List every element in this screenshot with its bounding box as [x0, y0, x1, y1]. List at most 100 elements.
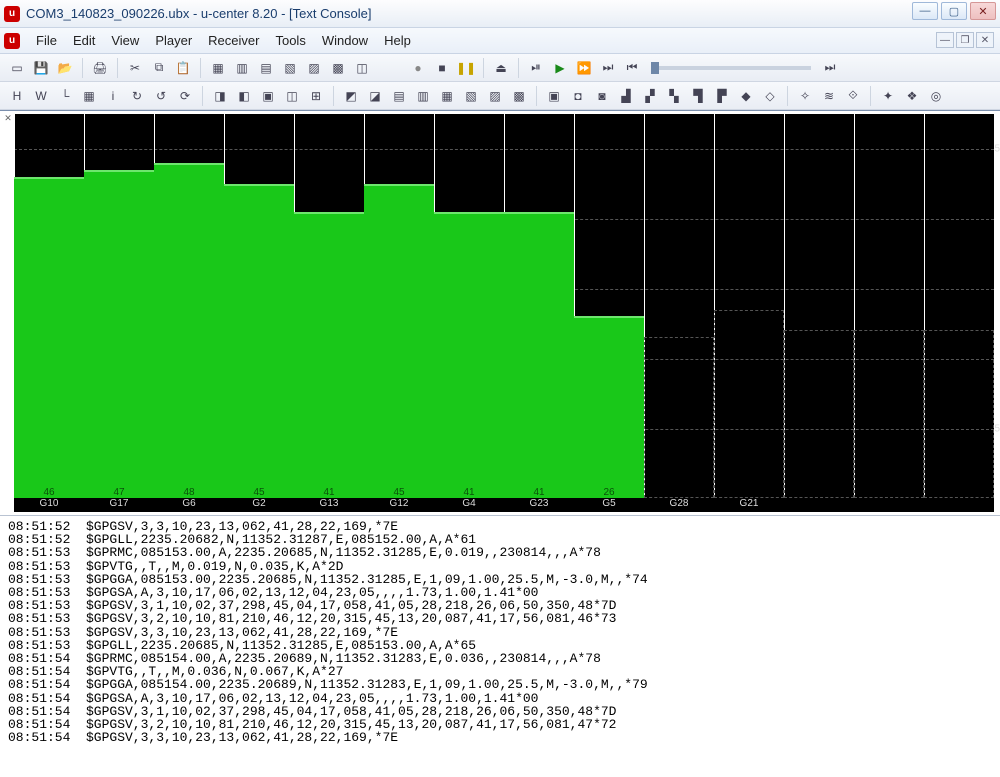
player-end-icon[interactable]: ⏭ — [597, 57, 619, 79]
view-panelG-icon[interactable]: ▨ — [484, 85, 506, 107]
view-panelA-icon[interactable]: ◩ — [340, 85, 362, 107]
console-line: 08:51:53$GPGSV,3,3,10,23,13,062,41,28,22… — [8, 626, 992, 639]
text-console[interactable]: 08:51:52$GPGSV,3,3,10,23,13,062,41,28,22… — [0, 515, 1000, 758]
file-print-icon[interactable]: 🖨 — [89, 57, 111, 79]
view-wave-icon[interactable]: ≋ — [818, 85, 840, 107]
view-v6-icon[interactable]: ▚ — [663, 85, 685, 107]
file-open-icon[interactable]: 📂 — [54, 57, 76, 79]
file-tbl6-icon[interactable]: ▩ — [327, 57, 349, 79]
cno-bar — [224, 184, 294, 498]
view-lt-icon[interactable]: └ — [54, 85, 76, 107]
view-panelC-icon[interactable]: ▤ — [388, 85, 410, 107]
view-cyc1-icon[interactable]: ↻ — [126, 85, 148, 107]
console-timestamp: 08:51:53 — [8, 546, 86, 559]
title-bar: u COM3_140823_090226.ubx - u-center 8.20… — [0, 0, 1000, 28]
view-v1-icon[interactable]: ▣ — [543, 85, 565, 107]
cno-bar — [574, 316, 644, 498]
view-antenna-icon[interactable]: ⟐ — [842, 85, 864, 107]
menu-tools[interactable]: Tools — [267, 33, 313, 48]
mdi-minimize-button[interactable]: — — [936, 32, 954, 48]
view-win1-icon[interactable]: ◨ — [209, 85, 231, 107]
view-tool2-icon[interactable]: ❖ — [901, 85, 923, 107]
file-tbl3-icon[interactable]: ▤ — [255, 57, 277, 79]
view-compass-icon[interactable]: ✧ — [794, 85, 816, 107]
view-split2-icon[interactable]: ⊞ — [305, 85, 327, 107]
separator — [787, 86, 788, 106]
view-tool1-icon[interactable]: ✦ — [877, 85, 899, 107]
file-save-icon[interactable]: 💾 — [30, 57, 52, 79]
view-tool3-icon[interactable]: ◎ — [925, 85, 947, 107]
view-v2-icon[interactable]: ◘ — [567, 85, 589, 107]
player-rec-icon[interactable]: ● — [407, 57, 429, 79]
cno-bar — [84, 170, 154, 498]
view-panelB-icon[interactable]: ◪ — [364, 85, 386, 107]
file-copy-icon[interactable]: ⧉ — [148, 57, 170, 79]
mdi-restore-button[interactable]: ❐ — [956, 32, 974, 48]
player-eject-icon[interactable]: ⏏ — [490, 57, 512, 79]
menu-view[interactable]: View — [103, 33, 147, 48]
satellite-bar: 41 — [294, 114, 364, 498]
file-tbl2-icon[interactable]: ▥ — [231, 57, 253, 79]
file-new-icon[interactable]: ▭ — [6, 57, 28, 79]
minimize-button[interactable]: — — [912, 2, 938, 20]
file-tbl7-icon[interactable]: ◫ — [351, 57, 373, 79]
player-begin-icon[interactable]: ⏮ — [621, 57, 643, 79]
empty-bar — [714, 310, 784, 499]
y-tick-label: 5 — [994, 144, 1000, 155]
view-v10-icon[interactable]: ◇ — [759, 85, 781, 107]
console-line: 08:51:53$GPVTG,,T,,M,0.019,N,0.035,K,A*2… — [8, 560, 992, 573]
prn-label: G10 — [14, 498, 84, 512]
view-w-icon[interactable]: W — [30, 85, 52, 107]
view-grid-icon[interactable]: ▦ — [78, 85, 100, 107]
view-hx-icon[interactable]: H — [6, 85, 28, 107]
mdi-close-button[interactable]: ✕ — [976, 32, 994, 48]
separator — [483, 58, 484, 78]
separator — [200, 58, 201, 78]
console-timestamp: 08:51:54 — [8, 678, 86, 691]
view-i-icon[interactable]: i — [102, 85, 124, 107]
menu-file[interactable]: File — [28, 33, 65, 48]
player-stop-icon[interactable]: ■ — [431, 57, 453, 79]
file-paste-icon[interactable]: 📋 — [172, 57, 194, 79]
window-title: COM3_140823_090226.ubx - u-center 8.20 -… — [26, 6, 371, 21]
view-v4-icon[interactable]: ▟ — [615, 85, 637, 107]
menu-player[interactable]: Player — [147, 33, 200, 48]
signal-chart: 5546G1047G1748G645G241G1345G1241G441G232… — [14, 114, 994, 512]
player-pause-icon[interactable]: ❚❚ — [455, 57, 477, 79]
view-panelD-icon[interactable]: ▥ — [412, 85, 434, 107]
view-win2-icon[interactable]: ◧ — [233, 85, 255, 107]
view-v7-icon[interactable]: ▜ — [687, 85, 709, 107]
view-v5-icon[interactable]: ▞ — [639, 85, 661, 107]
player-play-icon[interactable]: ▶ — [549, 57, 571, 79]
player-fwd-icon[interactable]: ⏩ — [573, 57, 595, 79]
close-button[interactable]: ✕ — [970, 2, 996, 20]
menu-help[interactable]: Help — [376, 33, 419, 48]
menu-receiver[interactable]: Receiver — [200, 33, 267, 48]
file-tbl1-icon[interactable]: ▦ — [207, 57, 229, 79]
view-v9-icon[interactable]: ◆ — [735, 85, 757, 107]
view-cyc3-icon[interactable]: ⟳ — [174, 85, 196, 107]
player-step-fwd-icon[interactable]: ⏯ — [525, 57, 547, 79]
file-tbl5-icon[interactable]: ▨ — [303, 57, 325, 79]
view-split1-icon[interactable]: ◫ — [281, 85, 303, 107]
file-tbl4-icon[interactable]: ▧ — [279, 57, 301, 79]
mdi-app-icon: u — [4, 33, 20, 49]
maximize-button[interactable]: ▢ — [941, 2, 967, 20]
player-end-icon[interactable]: ⏭ — [819, 57, 841, 79]
view-panelE-icon[interactable]: ▦ — [436, 85, 458, 107]
menu-edit[interactable]: Edit — [65, 33, 103, 48]
console-message: $GPRMC,085153.00,A,2235.20685,N,11352.31… — [86, 546, 601, 559]
prn-label: G13 — [294, 498, 364, 512]
empty-bar — [854, 330, 924, 498]
satellite-bar — [784, 114, 854, 498]
view-v8-icon[interactable]: ▛ — [711, 85, 733, 107]
player-slider[interactable] — [651, 66, 811, 70]
menu-window[interactable]: Window — [314, 33, 376, 48]
view-v3-icon[interactable]: ◙ — [591, 85, 613, 107]
view-cyc2-icon[interactable]: ↺ — [150, 85, 172, 107]
view-panelF-icon[interactable]: ▧ — [460, 85, 482, 107]
cno-value: 45 — [364, 487, 434, 498]
view-panelH-icon[interactable]: ▩ — [508, 85, 530, 107]
view-win3-icon[interactable]: ▣ — [257, 85, 279, 107]
file-cut-icon[interactable]: ✂ — [124, 57, 146, 79]
